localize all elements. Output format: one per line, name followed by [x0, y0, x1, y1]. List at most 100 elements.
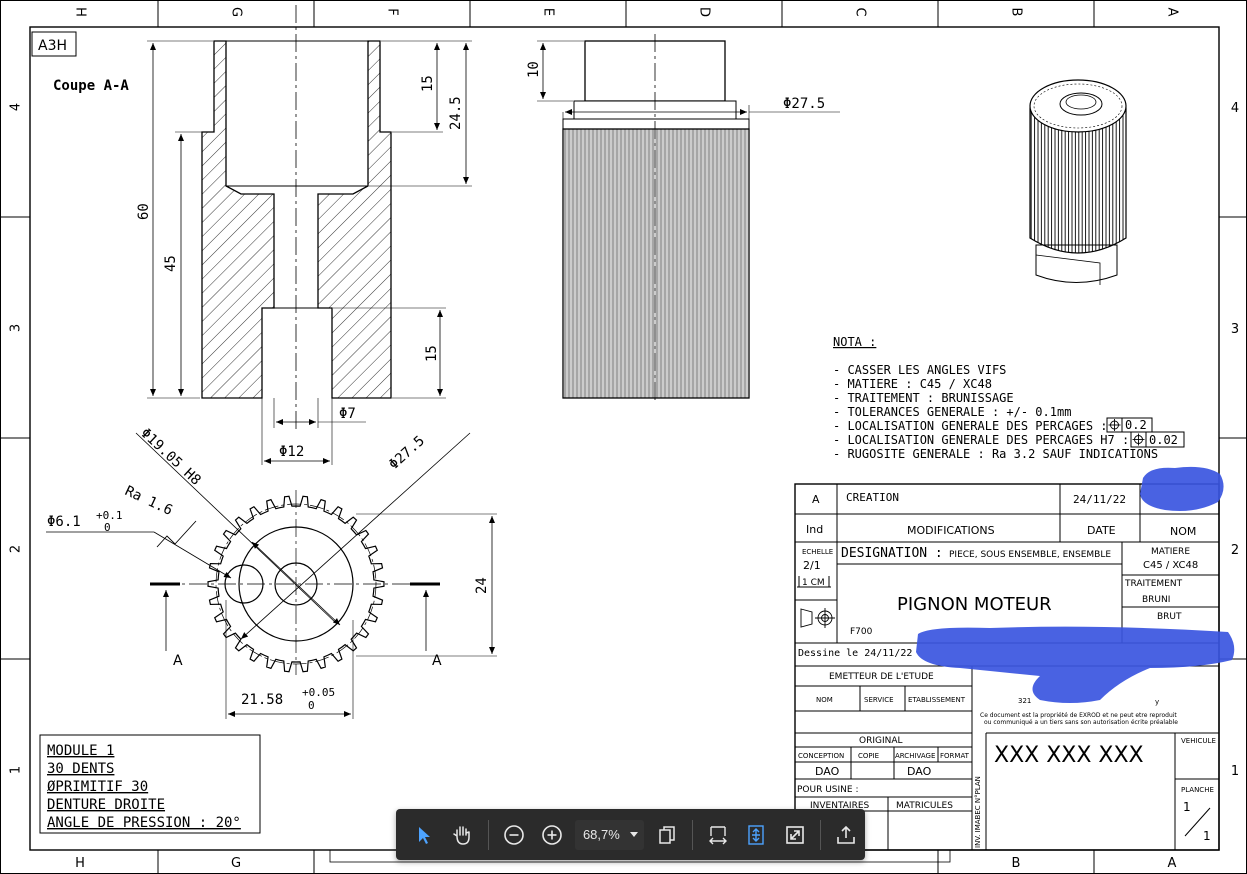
- hdr-nom: NOM: [1170, 525, 1196, 538]
- col-label-bottom: A: [1168, 856, 1177, 871]
- address-tail: y: [1155, 698, 1159, 706]
- gear-spec: MODULE 1: [47, 743, 114, 759]
- dim-phi6-1-lower: 0: [104, 521, 111, 534]
- original: ORIGINAL: [859, 736, 903, 746]
- dim-21-58-lower: 0: [308, 699, 315, 712]
- gear-spec: 30 DENTS: [47, 761, 114, 777]
- section-mark-left: A: [173, 653, 183, 669]
- fullscreen-button[interactable]: [779, 818, 811, 852]
- row-label-left: 2: [9, 545, 24, 553]
- dim-phi7: Φ7: [339, 406, 356, 422]
- chevron-down-icon: [629, 832, 638, 837]
- zoom-level-value: 68,7%: [582, 827, 620, 842]
- matricules: MATRICULES: [896, 801, 953, 811]
- page-mode-button[interactable]: [651, 818, 683, 852]
- echelle-label: ECHELLE: [802, 548, 833, 556]
- dim-15-bottom: 15: [424, 345, 440, 362]
- export-button[interactable]: [830, 818, 862, 852]
- select-tool-button[interactable]: [408, 818, 440, 852]
- hdr-ind: Ind: [806, 523, 823, 536]
- col-label-top: F: [385, 8, 400, 15]
- zoom-out-icon: [503, 824, 524, 845]
- col-label-top: A: [1165, 8, 1180, 17]
- row-label-right: 2: [1231, 543, 1239, 558]
- dim-21-58: 21.58: [241, 692, 283, 708]
- zoom-out-button[interactable]: [497, 818, 529, 852]
- row-label-left: 1: [9, 766, 24, 774]
- fullscreen-icon: [785, 825, 804, 844]
- dim-phi6-1: Φ6.1: [47, 514, 81, 530]
- plan-number: XXX XXX XXX: [994, 743, 1144, 768]
- copie: COPIE: [858, 752, 879, 760]
- dim-phi27-5-gear: Φ27.5: [386, 433, 428, 473]
- row-label-right: 3: [1231, 322, 1239, 337]
- vehicule: VEHICULE: [1181, 737, 1216, 745]
- emetteur: EMETTEUR DE L'ETUDE: [829, 672, 934, 682]
- col-etablissement: ETABLISSEMENT: [908, 696, 966, 704]
- pour-usine: POUR USINE :: [797, 785, 858, 795]
- echelle-bar: 1 CM: [802, 578, 825, 588]
- pointer-arrow-icon: [419, 826, 431, 844]
- nota-item: - TOLERANCES GENERALE : +/- 0.1mm: [833, 405, 1071, 419]
- dim-10: 10: [526, 61, 542, 78]
- col-label-top: H: [73, 7, 88, 17]
- dim-21-58-upper: +0.05: [302, 686, 335, 699]
- hdr-date: DATE: [1087, 524, 1116, 537]
- format-label: FORMAT: [940, 752, 970, 760]
- col-service: SERVICE: [864, 696, 894, 704]
- isometric-view: [1029, 79, 1127, 285]
- zoom-in-button[interactable]: [536, 818, 568, 852]
- designation-hint: PIECE, SOUS ENSEMBLE, ENSEMBLE: [949, 550, 1111, 560]
- dessine: Dessine le 24/11/22: [798, 648, 912, 659]
- planche-total: 1: [1203, 829, 1211, 843]
- dim-24: 24: [474, 577, 490, 594]
- planche-label: PLANCHE: [1181, 786, 1214, 794]
- gear-view: [46, 432, 497, 719]
- side-view: [537, 34, 840, 400]
- col-label-top: G: [229, 7, 244, 17]
- part-code: F700: [850, 627, 873, 637]
- nota-title: NOTA :: [833, 335, 876, 349]
- technical-drawing: H G F E D C B A H G B A 4 3 2 1 4 3 2 1 …: [0, 0, 1247, 874]
- position-tolerance-icon: [1132, 433, 1145, 446]
- section-mark-right: A: [432, 653, 442, 669]
- address-fragment: 321: [1018, 697, 1031, 705]
- sheet-format: A3H: [38, 38, 67, 54]
- dim-phi19-05: Φ19.05 H8: [137, 425, 203, 488]
- col-label-top: D: [697, 7, 712, 17]
- toolbar-separator: [487, 819, 489, 850]
- rev-index: A: [812, 493, 820, 506]
- nota-item: - LOCALISATION GENERALE DES PERCAGES H7 …: [833, 433, 1129, 447]
- fit-page-button[interactable]: [740, 818, 772, 852]
- zoom-level-dropdown[interactable]: 68,7%: [574, 819, 644, 850]
- dim-45: 45: [163, 255, 179, 272]
- dim-60: 60: [136, 203, 152, 220]
- nota-item: - TRAITEMENT : BRUNISSAGE: [833, 391, 1014, 405]
- brut-label: BRUT: [1157, 612, 1182, 622]
- col-label-bottom: G: [231, 856, 241, 871]
- matiere-value: C45 / XC48: [1143, 560, 1198, 571]
- conception: CONCEPTION: [798, 752, 844, 760]
- row-label-left: 3: [9, 324, 24, 332]
- col-label-top: B: [1009, 8, 1024, 17]
- col-label-top: C: [853, 7, 868, 16]
- dim-15-top: 15: [420, 75, 436, 92]
- fit-width-button[interactable]: [702, 818, 734, 852]
- hdr-modifications: MODIFICATIONS: [907, 524, 995, 537]
- col-label-bottom: B: [1012, 856, 1021, 871]
- notice-line1: Ce document est la propriété de EXROD et…: [980, 712, 1177, 719]
- hand-icon: [453, 825, 471, 845]
- rev-date: 24/11/22: [1073, 493, 1126, 506]
- viewer-toolbar: 68,7%: [396, 809, 865, 860]
- dim-24-5: 24.5: [448, 96, 464, 130]
- dim-phi27-5-side: Φ27.5: [783, 96, 825, 112]
- pages-icon: [659, 825, 675, 844]
- pan-tool-button[interactable]: [446, 818, 478, 852]
- nota-item: - CASSER LES ANGLES VIFS: [833, 363, 1006, 377]
- tol-value-1: 0.2: [1125, 418, 1147, 432]
- gear-spec: DENTURE DROITE: [47, 797, 165, 813]
- part-name: PIGNON MOTEUR: [897, 594, 1052, 615]
- echelle-value: 2/1: [803, 559, 821, 572]
- archivage: ARCHIVAGE: [895, 752, 935, 760]
- matiere-label: MATIERE: [1151, 547, 1190, 557]
